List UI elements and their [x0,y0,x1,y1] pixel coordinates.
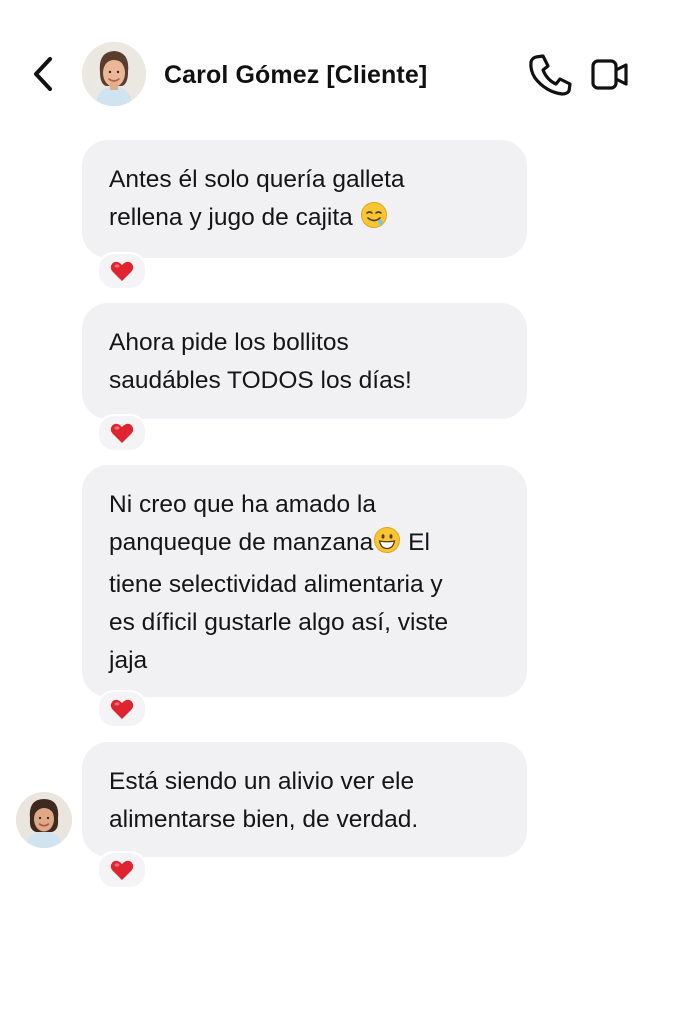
message-bubble[interactable]: Antes él solo quería galleta rellena y j… [82,140,527,258]
grinning-face-emoji [373,526,401,566]
message-bubble[interactable]: Ahora pide los bollitos saudábles TODOS … [82,303,527,419]
message-text: tiene selectividad alimentaria y [109,571,443,598]
woman-portrait-avatar [16,792,72,848]
heart-icon [110,699,134,719]
woman-portrait-avatar [82,42,146,106]
heart-reaction[interactable] [97,851,147,889]
message-text: Está siendo un alivio ver ele [109,768,415,795]
message-text: Ni creo que ha amado la [109,491,376,518]
heart-icon [110,261,134,281]
message-text: Ahora pide los bollitos [109,329,349,356]
message-text: panqueque de manzana [109,529,374,556]
message-text: jaja [109,647,148,674]
message-bubble[interactable]: Está siendo un alivio ver ele alimentars… [82,742,527,857]
video-call-button[interactable] [590,54,630,94]
heart-icon [110,860,134,880]
message-text: Antes él solo quería galleta [109,166,405,193]
chat-header: Carol Gómez [Cliente] [0,0,683,140]
message-text: saudábles TODOS los días! [109,367,412,394]
message-text: alimentarse bien, de verdad. [109,806,419,833]
contact-name[interactable]: Carol Gómez [Cliente] [164,58,427,92]
message-text: rellena y jugo de cajita [109,204,353,231]
chevron-left-icon [34,57,52,91]
drooling-face-emoji [360,201,388,241]
video-camera-icon [591,59,628,90]
message-bubble[interactable]: Ni creo que ha amado la panqueque de man… [82,465,527,697]
phone-icon [529,54,572,96]
message-text: El [408,529,430,556]
heart-reaction[interactable] [97,414,147,452]
heart-reaction[interactable] [97,690,147,728]
contact-avatar[interactable] [82,42,146,106]
heart-icon [110,423,134,443]
heart-reaction[interactable] [97,252,147,290]
back-button[interactable] [26,52,60,96]
message-text: es díficil gustarle algo así, viste [109,609,449,636]
sender-avatar[interactable] [16,792,72,848]
call-button[interactable] [526,52,574,98]
